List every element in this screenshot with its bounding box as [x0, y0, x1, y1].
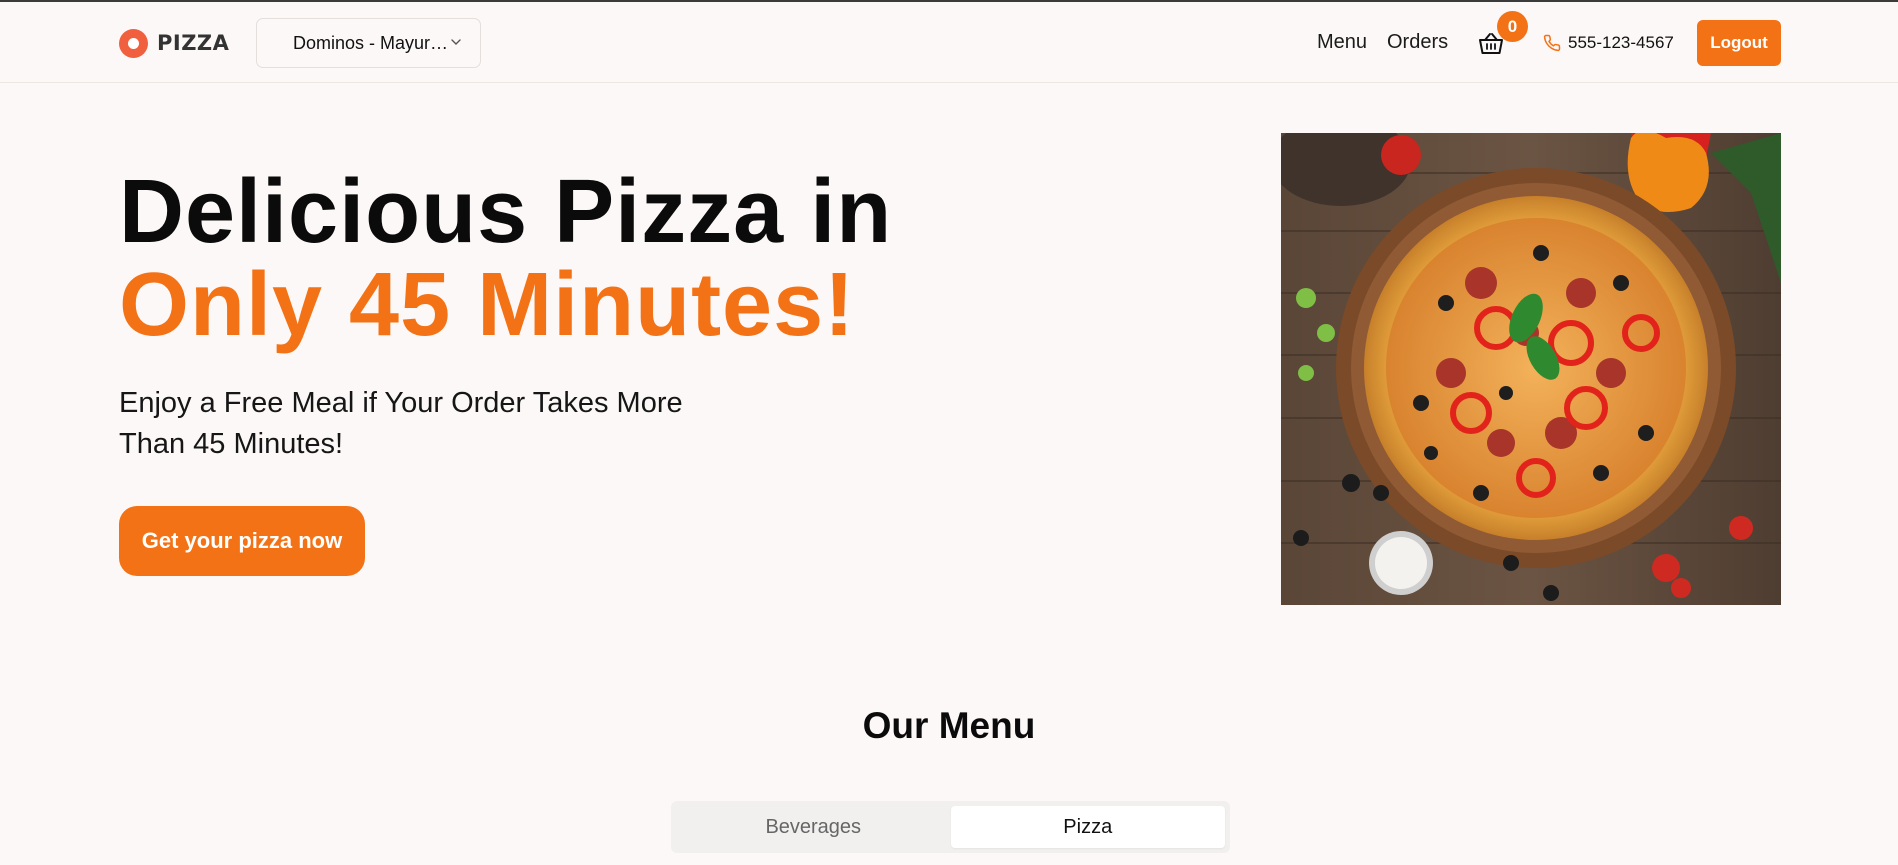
hero-subtitle: Enjoy a Free Meal if Your Order Takes Mo…: [119, 387, 683, 460]
menu-section-title: Our Menu: [862, 705, 1036, 746]
hero-heading-line1: Delicious Pizza in: [119, 162, 893, 262]
store-selector-value: Dominos - Mayur…: [293, 32, 449, 53]
hero-heading-line2: Only 45 Minutes!: [119, 255, 856, 355]
phone-contact[interactable]: 555-123-4567: [1543, 33, 1674, 53]
nav-link-orders[interactable]: Orders: [1387, 31, 1448, 54]
logout-button[interactable]: Logout: [1697, 20, 1781, 66]
get-pizza-button[interactable]: Get your pizza now: [119, 506, 365, 576]
tab-pizza[interactable]: Pizza: [950, 806, 1225, 848]
tab-beverages[interactable]: Beverages: [676, 806, 951, 848]
phone-icon: [1543, 34, 1561, 52]
phone-number: 555-123-4567: [1568, 33, 1674, 52]
store-selector[interactable]: Dominos - Mayur…: [256, 18, 481, 68]
pizza-hero-image: [1281, 133, 1781, 605]
cart-count-badge: 0: [1497, 11, 1528, 42]
brand-name: PIZZA: [157, 31, 230, 55]
hero-heading: Delicious Pizza in Only 45 Minutes!: [119, 166, 892, 352]
menu-category-tabs: Beverages Pizza: [671, 801, 1230, 853]
top-nav-bar: PIZZA Dominos - Mayur… Menu Orders 0 555…: [0, 2, 1898, 83]
nav-link-menu[interactable]: Menu: [1317, 31, 1367, 54]
chevron-down-icon: [451, 39, 461, 45]
pizza-logo-icon: [119, 28, 148, 58]
brand-logo[interactable]: PIZZA: [119, 28, 230, 58]
